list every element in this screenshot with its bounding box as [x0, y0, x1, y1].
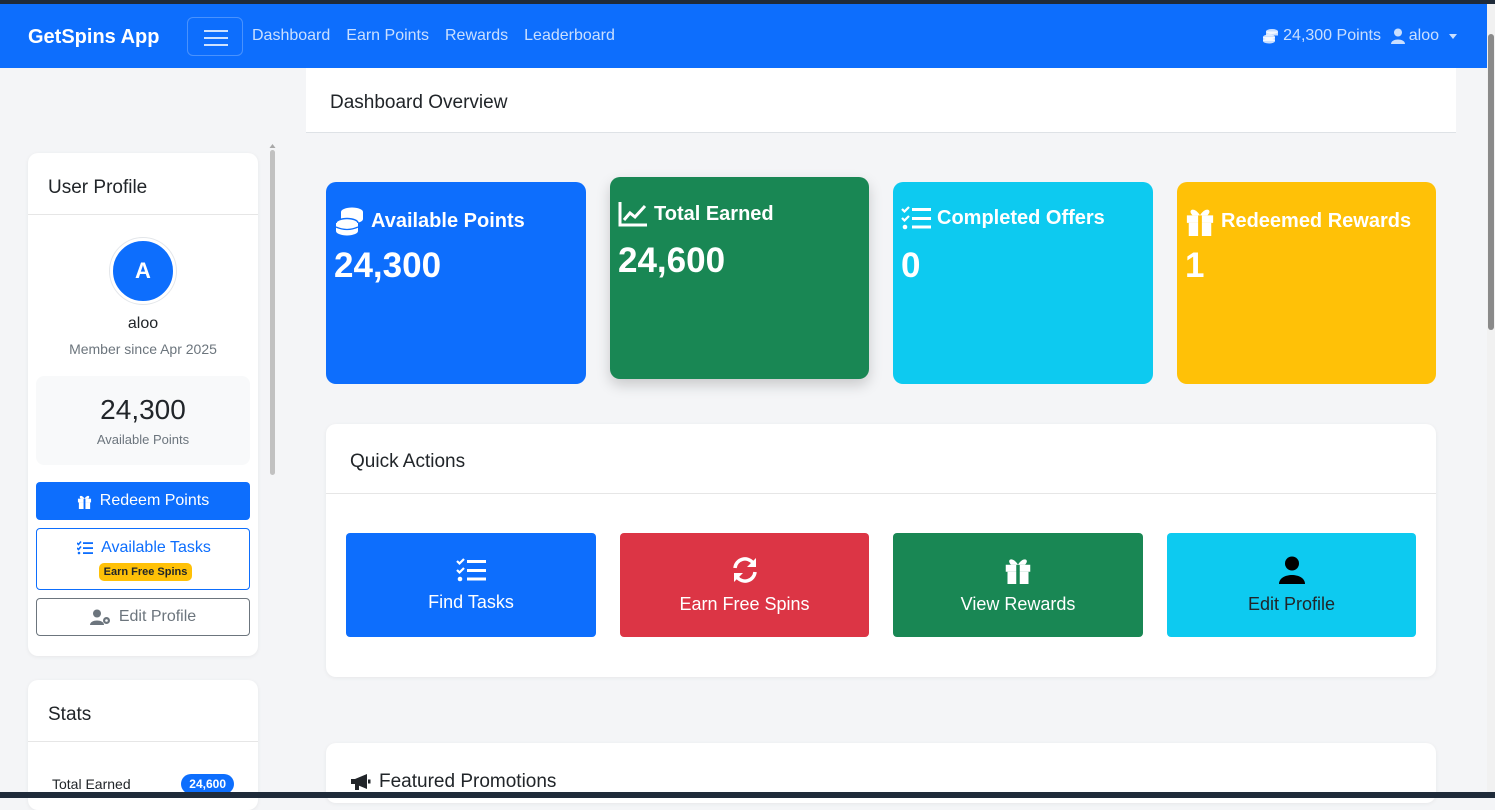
list-check-icon — [77, 541, 94, 555]
user-profile-card: User Profile A aloo Member since Apr 202… — [28, 153, 258, 656]
page-scrollbar-thumb[interactable] — [1488, 34, 1494, 330]
available-tasks-label: Available Tasks — [101, 539, 211, 556]
nav-link-earn-points[interactable]: Earn Points — [346, 27, 429, 45]
stats-card-title: Stats — [28, 680, 258, 742]
redeem-points-button[interactable]: Redeem Points — [36, 482, 250, 520]
coins-icon — [335, 207, 363, 236]
main-header: Dashboard Overview — [306, 68, 1456, 133]
points-value: 24,300 — [100, 394, 186, 425]
navbar: GetSpins App Dashboard Earn Points Rewar… — [0, 4, 1487, 68]
points-label: Available Points — [96, 432, 190, 447]
stat-card-completed-offers: Completed Offers 0 — [893, 182, 1153, 384]
stat-value: 0 — [901, 246, 921, 285]
earn-free-spins-button[interactable]: Earn Free Spins — [620, 533, 869, 637]
user-icon — [1278, 556, 1305, 584]
stat-label: Redeemed Rewards — [1221, 209, 1412, 232]
sidebar-scrollbar-thumb[interactable] — [270, 150, 275, 475]
edit-profile-quick-button[interactable]: Edit Profile — [1167, 533, 1416, 637]
total-earned-label: Total Earned — [52, 776, 131, 792]
hamburger-icon — [204, 30, 228, 32]
brand-logo[interactable]: GetSpins App — [28, 26, 159, 49]
stat-value: 24,600 — [618, 241, 726, 280]
redeem-points-label: Redeem Points — [99, 492, 210, 509]
view-rewards-button[interactable]: View Rewards — [893, 533, 1143, 637]
stats-row-total-earned: Total Earned 24,600 — [52, 774, 234, 794]
user-icon — [1390, 28, 1405, 44]
list-check-icon — [456, 557, 486, 581]
nav-link-rewards[interactable]: Rewards — [445, 27, 508, 45]
menu-toggle-button[interactable] — [187, 17, 243, 56]
total-earned-badge: 24,600 — [181, 774, 234, 794]
member-since: Member since Apr 2025 — [69, 341, 217, 357]
nav-points[interactable]: 24,300 Points — [1262, 27, 1381, 45]
stat-value: 1 — [1185, 246, 1205, 285]
available-tasks-button[interactable]: Available Tasks Earn Free Spins — [36, 528, 250, 590]
megaphone-icon — [351, 774, 371, 790]
edit-profile-button[interactable]: Edit Profile — [36, 598, 250, 636]
scroll-up-arrow-icon[interactable] — [268, 142, 277, 150]
stat-card-total-earned: Total Earned 24,600 — [610, 177, 869, 379]
user-dropdown[interactable]: aloo — [1390, 27, 1457, 45]
nav-links: Dashboard Earn Points Rewards Leaderboar… — [252, 27, 615, 45]
user-name: aloo — [1408, 27, 1439, 44]
profile-card-title: User Profile — [28, 153, 258, 215]
window-bottom-border — [0, 792, 1495, 798]
edit-profile-label: Edit Profile — [118, 608, 197, 625]
gift-icon — [1186, 209, 1214, 236]
gift-icon — [1005, 558, 1031, 584]
coins-icon — [1263, 29, 1279, 44]
stat-value: 24,300 — [334, 246, 442, 285]
nav-points-label: 24,300 Points — [1283, 27, 1381, 44]
points-summary: 24,300 Available Points — [36, 376, 250, 465]
stat-card-available-points: Available Points 24,300 — [326, 182, 586, 384]
quick-actions-title: Quick Actions — [326, 424, 1436, 494]
nav-link-leaderboard[interactable]: Leaderboard — [524, 27, 615, 45]
stat-label: Available Points — [371, 209, 525, 232]
earn-free-spins-label: Earn Free Spins — [679, 593, 810, 614]
view-rewards-label: View Rewards — [960, 593, 1076, 614]
user-gear-icon — [89, 609, 110, 625]
edit-profile-quick-label: Edit Profile — [1247, 593, 1336, 614]
quick-actions-card: Quick Actions Find Tasks Earn Free Spins… — [326, 424, 1436, 677]
find-tasks-label: Find Tasks — [428, 591, 514, 612]
find-tasks-button[interactable]: Find Tasks — [346, 533, 596, 637]
page-title: Dashboard Overview — [330, 92, 508, 113]
list-check-icon — [901, 206, 931, 230]
caret-down-icon — [1449, 33, 1457, 39]
stat-label: Completed Offers — [937, 206, 1105, 229]
chart-line-icon — [618, 202, 647, 227]
stats-card: Stats Total Earned 24,600 — [28, 680, 258, 810]
stat-card-redeemed-rewards: Redeemed Rewards 1 — [1177, 182, 1436, 384]
page-scrollbar[interactable] — [1487, 4, 1495, 792]
nav-link-dashboard[interactable]: Dashboard — [252, 27, 330, 45]
stat-label: Total Earned — [654, 202, 774, 225]
profile-username: aloo — [127, 315, 159, 332]
avatar: A — [110, 238, 176, 304]
sync-icon — [732, 556, 757, 583]
sidebar-scrollbar[interactable] — [268, 142, 277, 798]
featured-promotions-title: Featured Promotions — [379, 771, 557, 792]
earn-free-spins-badge: Earn Free Spins — [99, 563, 192, 581]
gift-icon — [77, 495, 91, 509]
